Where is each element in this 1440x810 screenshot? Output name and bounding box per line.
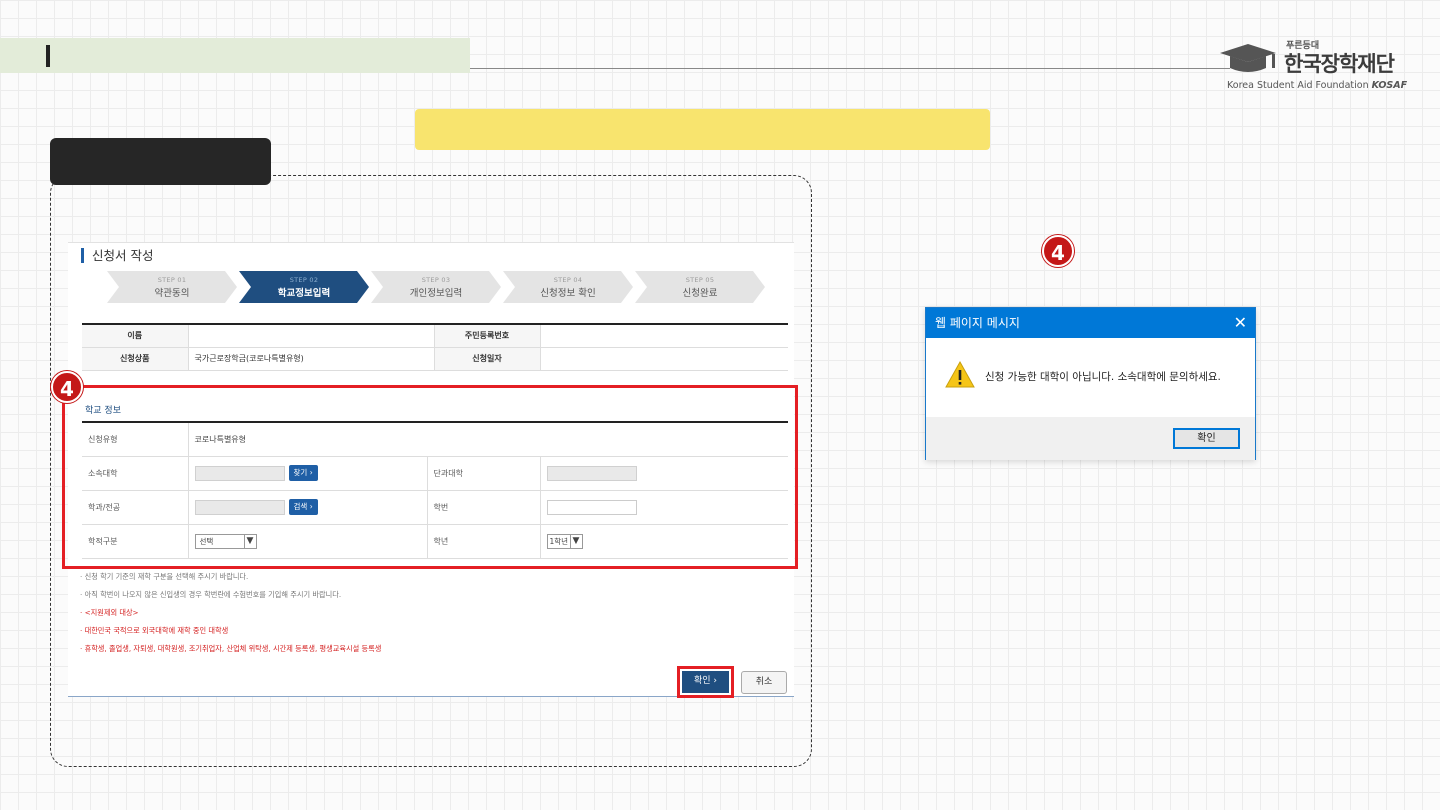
step-progress: STEP 01 약관동의 STEP 02 학교정보입력 STEP 03 개인정보… — [107, 271, 767, 303]
web-page-message-dialog: 웹 페이지 메시지 ✕ 신청 가능한 대학이 아닙니다. 소속대학에 문의하세요… — [925, 307, 1256, 460]
logo-english: Korea Student Aid Foundation KOSAF — [1227, 80, 1408, 91]
note-item: · <지원제외 대상> — [80, 608, 139, 617]
table-row: 신청상품 국가근로장학금(코로나특별유형) 신청일자 — [82, 347, 788, 371]
close-icon[interactable]: ✕ — [1234, 308, 1247, 338]
title-banner — [415, 109, 990, 150]
step-3: STEP 03 개인정보입력 — [371, 271, 501, 303]
header-bar-accent — [46, 45, 50, 67]
notes: · 신청 학기 기준의 재학 구분을 선택해 주시기 바랍니다. · 아직 학번… — [80, 568, 381, 658]
date-label: 신청일자 — [433, 347, 540, 371]
kosaf-logo: 푸른등대 한국장학재단 Korea Student Aid Foundation… — [1216, 36, 1408, 96]
step-marker: 4 — [1042, 235, 1074, 267]
dialog-titlebar: 웹 페이지 메시지 ✕ — [926, 308, 1255, 338]
date-value — [539, 347, 788, 371]
dialog-ok-button[interactable]: 확인 — [1173, 428, 1240, 449]
note-item: · 휴학생, 졸업생, 자퇴생, 대학원생, 조기취업자, 산업체 위탁생, 시… — [80, 644, 382, 653]
step-4: STEP 04 신청정보 확인 — [503, 271, 633, 303]
graduation-cap-icon — [1220, 44, 1276, 72]
rrn-label: 주민등록번호 — [433, 324, 540, 348]
name-label: 이름 — [82, 324, 188, 348]
note-item: · 신청 학기 기준의 재학 구분을 선택해 주시기 바랍니다. — [80, 572, 249, 581]
step-5: STEP 05 신청완료 — [635, 271, 765, 303]
section-tab — [50, 138, 271, 185]
header-band — [0, 38, 470, 73]
product-label: 신청상품 — [82, 347, 188, 371]
applicant-info-table: 이름 주민등록번호 신청상품 국가근로장학금(코로나특별유형) 신청일자 — [82, 323, 788, 371]
confirm-button-highlight: 확인 › — [677, 666, 734, 698]
confirm-button[interactable]: 확인 › — [682, 671, 729, 693]
step-1: STEP 01 약관동의 — [107, 271, 237, 303]
note-item: · 대한민국 국적으로 외국대학에 재학 중인 대학생 — [80, 626, 229, 635]
dialog-message: 신청 가능한 대학이 아닙니다. 소속대학에 문의하세요. — [985, 371, 1221, 383]
dialog-body: 신청 가능한 대학이 아닙니다. 소속대학에 문의하세요. — [926, 338, 1255, 416]
step-marker: 4 — [51, 371, 83, 403]
warning-icon — [945, 360, 975, 388]
dialog-title: 웹 페이지 메시지 — [935, 316, 1020, 330]
rrn-value — [539, 324, 788, 348]
panel-title: 신청서 작성 — [81, 248, 153, 263]
dialog-footer: 확인 — [926, 417, 1255, 460]
step-2: STEP 02 학교정보입력 — [239, 271, 369, 303]
note-item: · 아직 학번이 나오지 않은 신입생의 경우 학번란에 수험번호를 기입해 주… — [80, 590, 342, 599]
cancel-button[interactable]: 취소 — [741, 671, 787, 694]
name-value — [187, 324, 434, 348]
table-row: 이름 주민등록번호 — [82, 324, 788, 348]
school-info-highlight — [62, 385, 798, 569]
product-value: 국가근로장학금(코로나특별유형) — [187, 347, 434, 371]
header-divider — [470, 68, 1230, 69]
logo-name: 한국장학재단 — [1284, 52, 1395, 76]
